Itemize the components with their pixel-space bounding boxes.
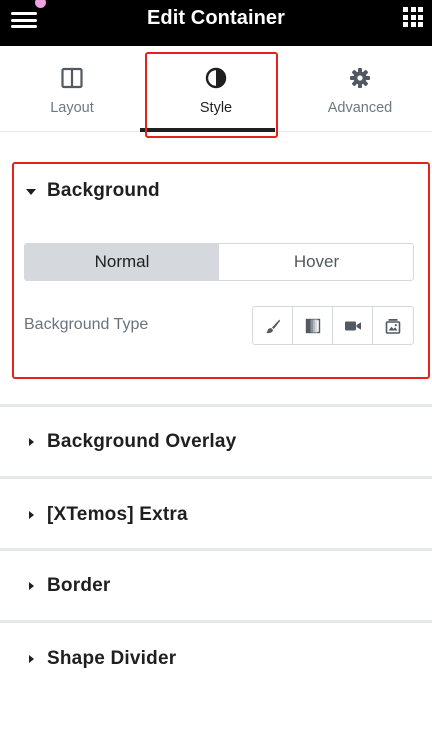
section-divider [0, 548, 432, 551]
widgets-grid-icon[interactable] [403, 7, 423, 27]
gear-icon [350, 68, 370, 88]
section-divider [0, 476, 432, 479]
section-background-overlay[interactable]: Background Overlay [0, 431, 432, 455]
section-title: Background Overlay [47, 431, 237, 452]
columns-icon [61, 67, 83, 89]
section-title: Shape Divider [47, 648, 177, 669]
section-divider [0, 620, 432, 623]
section-xtemos-extra[interactable]: [XTemos] Extra [0, 504, 432, 528]
tab-advanced[interactable]: Advanced [288, 46, 432, 132]
panel-header: Edit Container [0, 0, 432, 46]
highlight-box-style-tab [145, 52, 278, 138]
section-title: [XTemos] Extra [47, 504, 188, 525]
caret-right-icon [29, 655, 34, 663]
caret-right-icon [29, 582, 34, 590]
tab-label: Advanced [327, 100, 393, 116]
panel-title: Edit Container [146, 7, 286, 29]
tab-label: Layout [50, 100, 94, 116]
caret-right-icon [29, 438, 34, 446]
section-border[interactable]: Border [0, 575, 432, 599]
highlight-box-background-section [12, 162, 430, 379]
section-divider [0, 404, 432, 407]
section-title: Border [47, 575, 111, 596]
tab-layout[interactable]: Layout [0, 46, 144, 132]
caret-right-icon [29, 511, 34, 519]
section-shape-divider[interactable]: Shape Divider [0, 648, 432, 672]
